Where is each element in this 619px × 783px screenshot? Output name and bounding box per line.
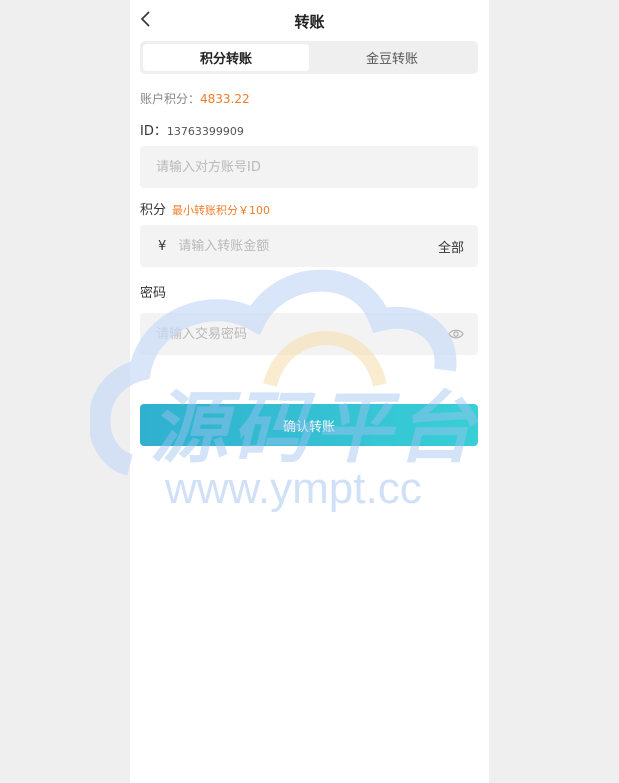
currency-symbol: ¥ xyxy=(158,238,167,254)
amount-input[interactable] xyxy=(176,237,430,255)
nav-bar: 转账 xyxy=(130,0,489,40)
amount-field: ¥ 全部 xyxy=(140,225,478,267)
id-label: ID： xyxy=(140,124,167,139)
account-balance: 账户积分：4833.22 xyxy=(140,90,250,107)
balance-label: 账户积分： xyxy=(140,92,201,106)
recipient-id-field xyxy=(140,146,478,188)
eye-icon[interactable] xyxy=(448,328,464,340)
points-label-row: 积分 最小转账积分￥100 xyxy=(140,199,270,218)
password-input[interactable] xyxy=(154,325,440,343)
tab-points-transfer[interactable]: 积分转账 xyxy=(143,44,309,71)
password-field xyxy=(140,313,478,355)
tab-beans-transfer[interactable]: 金豆转账 xyxy=(309,44,475,71)
confirm-transfer-button[interactable]: 确认转账 xyxy=(140,404,478,446)
recipient-id-input[interactable] xyxy=(154,158,464,176)
balance-value: 4833.22 xyxy=(200,92,250,106)
points-label: 积分 xyxy=(140,203,167,218)
min-transfer-note: 最小转账积分￥100 xyxy=(172,204,271,217)
page-title: 转账 xyxy=(294,13,325,31)
password-label: 密码 xyxy=(140,286,167,301)
account-id: ID：13763399909 xyxy=(140,120,244,139)
transfer-type-tabs: 积分转账 金豆转账 xyxy=(140,41,478,74)
id-value: 13763399909 xyxy=(166,125,244,138)
transfer-screen: 转账 积分转账 金豆转账 账户积分：4833.22 ID：13763399909… xyxy=(130,0,489,783)
all-button[interactable]: 全部 xyxy=(438,237,464,256)
